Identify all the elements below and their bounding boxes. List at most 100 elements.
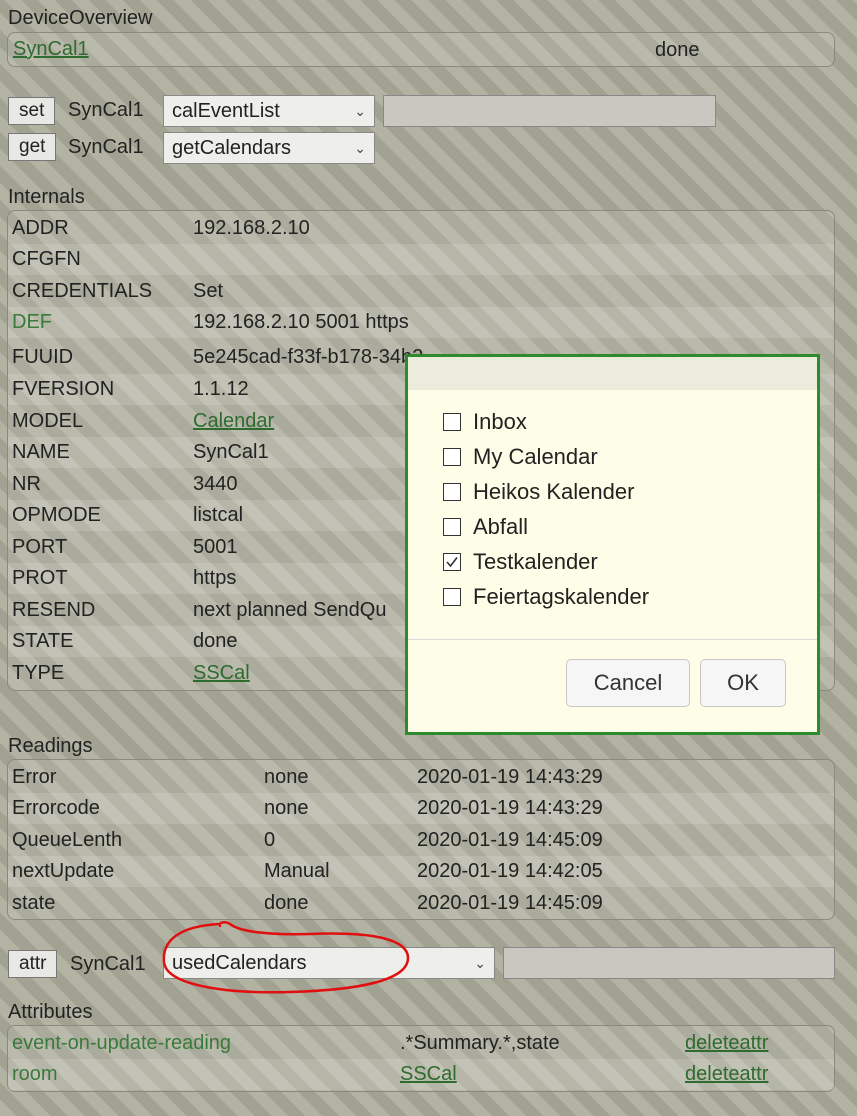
attribute-row: room SSCal deleteattr xyxy=(8,1059,834,1090)
internals-value: 5e245cad-f33f-b178-34b2 xyxy=(193,346,424,368)
dialog-header xyxy=(408,357,817,390)
calendar-option-label: Testkalender xyxy=(473,549,598,574)
internals-key: CREDENTIALS xyxy=(12,280,153,302)
calendar-option-label: Inbox xyxy=(473,409,527,434)
checkbox[interactable] xyxy=(443,518,461,536)
set-button[interactable]: set xyxy=(8,97,56,125)
calendar-select-dialog: Inbox My Calendar Heikos Kalender Abfall Tes… xyxy=(405,354,820,735)
reading-timestamp: 2020-01-19 14:45:09 xyxy=(417,891,603,914)
reading-value: none xyxy=(264,766,309,788)
reading-name: nextUpdate xyxy=(12,860,115,883)
set-device-label: SynCal1 xyxy=(68,99,144,121)
reading-timestamp: 2020-01-19 14:43:29 xyxy=(417,797,603,820)
internals-key: NR xyxy=(12,473,41,495)
internals-value: listcal xyxy=(193,504,244,526)
checkbox[interactable] xyxy=(443,483,461,501)
internals-value-link[interactable]: SSCal xyxy=(193,662,250,685)
reading-name: state xyxy=(12,891,56,914)
internals-key: PORT xyxy=(12,536,68,558)
internals-key: RESEND xyxy=(12,599,96,621)
checkbox[interactable] xyxy=(443,413,461,431)
internals-row: CFGFN xyxy=(8,244,834,275)
calendar-option-label: Feiertagskalender xyxy=(473,584,650,609)
calendar-option-label: Abfall xyxy=(473,514,529,539)
internals-value: SynCal1 xyxy=(193,441,269,463)
get-command-value: getCalendars xyxy=(172,137,291,159)
device-overview-panel: SynCal1 done xyxy=(7,32,835,67)
ok-button[interactable]: OK xyxy=(700,659,786,707)
reading-row: QueueLenth 0 2020-01-19 14:45:09 xyxy=(8,825,834,856)
internals-value: Set xyxy=(193,280,224,302)
internals-key: TYPE xyxy=(12,662,65,684)
calendar-option-label: Heikos Kalender xyxy=(473,479,635,504)
set-command-select[interactable]: calEventList ⌄ xyxy=(163,95,375,127)
internals-value: 3440 xyxy=(193,473,238,495)
chevron-down-icon: ⌄ xyxy=(354,103,366,119)
reading-row: nextUpdate Manual 2020-01-19 14:42:05 xyxy=(8,856,834,888)
internals-value: 192.168.2.10 5001 https xyxy=(193,311,409,333)
internals-key: OPMODE xyxy=(12,504,101,526)
device-status: done xyxy=(655,39,700,61)
internals-row: ADDR 192.168.2.10 xyxy=(8,213,834,244)
delete-attr-link[interactable]: deleteattr xyxy=(685,1032,768,1055)
checkmark-icon xyxy=(446,557,458,568)
attribute-row: event-on-update-reading .*Summary.*,state… xyxy=(8,1028,834,1059)
attr-name-value: usedCalendars xyxy=(172,952,307,974)
internals-key: FUUID xyxy=(12,346,74,368)
attribute-value-link[interactable]: SSCal xyxy=(400,1063,457,1086)
get-command-select[interactable]: getCalendars ⌄ xyxy=(163,132,375,164)
reading-name: Errorcode xyxy=(12,797,100,820)
device-link[interactable]: SynCal1 xyxy=(13,38,89,61)
reading-value: Manual xyxy=(264,860,330,883)
checkbox[interactable] xyxy=(443,588,461,606)
internals-value: 5001 xyxy=(193,536,238,558)
internals-value: https xyxy=(193,567,237,589)
checkbox[interactable] xyxy=(443,553,461,571)
dialog-separator xyxy=(408,639,817,640)
internals-key: MODEL xyxy=(12,410,84,432)
device-overview-title: DeviceOverview xyxy=(8,7,153,29)
reading-name: QueueLenth xyxy=(12,828,123,851)
attr-device-label: SynCal1 xyxy=(70,953,146,975)
internals-value-link[interactable]: Calendar xyxy=(193,410,274,433)
internals-value: 192.168.2.10 xyxy=(193,217,310,239)
attribute-name: event-on-update-reading xyxy=(12,1032,232,1054)
attr-button[interactable]: attr xyxy=(8,950,58,978)
internals-key: STATE xyxy=(12,630,74,652)
delete-attr-link[interactable]: deleteattr xyxy=(685,1063,768,1086)
internals-value: next planned SendQu xyxy=(193,599,387,621)
reading-timestamp: 2020-01-19 14:43:29 xyxy=(417,766,603,788)
internals-key: PROT xyxy=(12,567,68,589)
internals-key: ADDR xyxy=(12,217,69,239)
reading-row: Errorcode none 2020-01-19 14:43:29 xyxy=(8,793,834,825)
reading-timestamp: 2020-01-19 14:42:05 xyxy=(417,860,603,883)
chevron-down-icon: ⌄ xyxy=(354,140,366,156)
attr-name-select[interactable]: usedCalendars ⌄ xyxy=(163,947,495,979)
readings-title: Readings xyxy=(8,735,93,757)
internals-key: NAME xyxy=(12,441,70,463)
internals-row: CREDENTIALS Set xyxy=(8,276,834,307)
chevron-down-icon: ⌄ xyxy=(474,955,486,971)
internals-row: DEF 192.168.2.10 5001 https xyxy=(8,307,834,338)
get-device-label: SynCal1 xyxy=(68,136,144,158)
reading-row: state done 2020-01-19 14:45:09 xyxy=(8,888,834,919)
internals-value: done xyxy=(193,630,238,652)
reading-value: none xyxy=(264,797,309,820)
internals-value: 1.1.12 xyxy=(193,378,249,400)
checkbox[interactable] xyxy=(443,448,461,466)
reading-value: 0 xyxy=(264,828,276,851)
reading-value: done xyxy=(264,891,309,914)
attribute-value: .*Summary.*,state xyxy=(400,1032,560,1054)
reading-name: Error xyxy=(12,766,57,788)
set-value-input[interactable] xyxy=(383,95,716,127)
reading-row: Error none 2020-01-19 14:43:29 xyxy=(8,762,834,793)
internals-key: DEF xyxy=(12,311,52,333)
get-button[interactable]: get xyxy=(8,133,57,161)
cancel-button[interactable]: Cancel xyxy=(566,659,690,707)
set-command-value: calEventList xyxy=(172,100,280,122)
internals-title: Internals xyxy=(8,186,85,208)
attr-value-input[interactable] xyxy=(503,947,835,979)
reading-timestamp: 2020-01-19 14:45:09 xyxy=(417,828,603,851)
attributes-panel: event-on-update-reading .*Summary.*,state… xyxy=(7,1025,835,1092)
attribute-name: room xyxy=(12,1063,58,1085)
